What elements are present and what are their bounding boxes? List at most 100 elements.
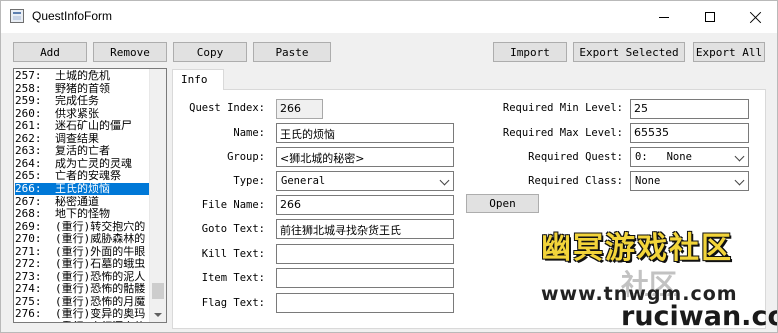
- required-min-level-label: Required Min Level:: [502, 102, 623, 114]
- scroll-down-icon[interactable]: [154, 313, 162, 317]
- list-item-number: 259:: [15, 95, 42, 108]
- list-item-number: 272:: [15, 258, 42, 271]
- open-button[interactable]: Open: [466, 194, 539, 213]
- required-class-label: Required Class:: [528, 175, 623, 187]
- list-item[interactable]: 275: (重行)恐怖的月魔: [15, 296, 149, 309]
- remove-button[interactable]: Remove: [93, 42, 167, 62]
- list-item-name: (重行)赤红洞穴的: [55, 321, 145, 322]
- close-button[interactable]: [733, 1, 777, 33]
- list-item-number: 263:: [15, 145, 42, 158]
- list-item-number: 266:: [15, 182, 42, 195]
- chevron-down-icon: [734, 175, 745, 186]
- goto-text-field[interactable]: 前往狮北城寻找杂货王氏: [276, 219, 454, 239]
- list-scrollbar[interactable]: [149, 69, 166, 322]
- file-name-field[interactable]: 266: [276, 195, 454, 215]
- list-item[interactable]: 276: (重行)变异的奥玛: [15, 308, 149, 321]
- type-value: General: [281, 175, 326, 187]
- title-bar: QuestInfoForm: [1, 1, 777, 33]
- list-item[interactable]: 277:(重行)赤红洞穴的: [15, 321, 149, 322]
- list-item[interactable]: 259: 完成任务: [15, 95, 149, 108]
- list-item-number: 271:: [15, 245, 42, 258]
- kill-text-field[interactable]: [276, 244, 454, 264]
- list-item-number: 275:: [15, 295, 42, 308]
- list-item[interactable]: 257: 土城的危机: [15, 70, 149, 83]
- name-field[interactable]: 王氏的烦恼: [276, 123, 454, 143]
- required-quest-value: 0: None: [635, 151, 692, 163]
- list-item-number: 261:: [15, 120, 42, 133]
- type-combobox[interactable]: General: [276, 171, 454, 191]
- list-item[interactable]: 266: 王氏的烦恼: [15, 182, 149, 196]
- import-button[interactable]: Import: [493, 42, 567, 62]
- list-item-name: (重行)石墓的蛾虫: [55, 258, 146, 271]
- type-label: Type:: [233, 175, 265, 187]
- list-item[interactable]: 264: 成为亡灵的灵魂: [15, 158, 149, 171]
- chevron-down-icon: [734, 151, 745, 162]
- list-item-number: 264:: [15, 157, 42, 170]
- list-item[interactable]: 260: 供求紧张: [15, 108, 149, 121]
- list-item-name: 地下的怪物: [55, 208, 110, 221]
- list-item[interactable]: 274: (重行)恐怖的骷髅: [15, 283, 149, 296]
- list-item-name: 成为亡灵的灵魂: [55, 157, 132, 170]
- list-item-name: (重行)外面的牛眼: [55, 245, 146, 258]
- list-item-name: 土城的危机: [55, 70, 110, 82]
- watermark-site-name: 幽冥游戏社区: [541, 231, 733, 266]
- list-item-number: 262:: [15, 132, 42, 145]
- required-class-value: None: [635, 175, 661, 187]
- tab-info[interactable]: Info: [172, 69, 224, 90]
- list-item-number: 273:: [15, 270, 42, 283]
- list-item[interactable]: 273: (重行)恐怖的泥人: [15, 271, 149, 284]
- list-item-number: 270:: [15, 233, 42, 246]
- list-item-name: (重行)转交抱穴的: [55, 220, 146, 233]
- maximize-button[interactable]: [687, 1, 733, 33]
- list-item[interactable]: 272: (重行)石墓的蛾虫: [15, 258, 149, 271]
- list-item-name: (重行)变异的奥玛: [55, 308, 146, 321]
- minimize-button[interactable]: [641, 1, 687, 33]
- app-form-icon: [10, 9, 24, 23]
- paste-button[interactable]: Paste: [253, 42, 331, 62]
- list-item[interactable]: 263: 复活的亡者: [15, 145, 149, 158]
- list-item[interactable]: 258: 野猪的首领: [15, 83, 149, 96]
- list-item[interactable]: 269: (重行)转交抱穴的: [15, 221, 149, 234]
- copy-button[interactable]: Copy: [173, 42, 247, 62]
- export-all-button[interactable]: Export All: [693, 42, 765, 62]
- kill-text-label: Kill Text:: [201, 248, 265, 260]
- add-button[interactable]: Add: [13, 42, 87, 62]
- list-item-name: 迷石矿山的僵尸: [55, 120, 132, 133]
- quest-listbox[interactable]: 257: 土城的危机 258: 野猪的首领 259: 完成任务 260: 供求紧张 261: 迷石…: [13, 68, 167, 323]
- minimize-icon: [659, 16, 669, 18]
- list-item-number: 269:: [15, 220, 42, 233]
- list-item[interactable]: 267: 秘密通道: [15, 196, 149, 209]
- list-item-number: 260:: [15, 107, 42, 120]
- required-quest-combobox[interactable]: 0: None: [630, 147, 749, 167]
- list-item[interactable]: 265: 亡者的安魂祭: [15, 170, 149, 183]
- list-item-name: 秘密通道: [55, 195, 99, 208]
- list-item-name: 王氏的烦恼: [55, 182, 110, 195]
- required-max-level-field[interactable]: 65535: [630, 123, 749, 143]
- list-item[interactable]: 268: 地下的怪物: [15, 208, 149, 221]
- scroll-thumb[interactable]: [152, 283, 164, 299]
- list-item-number: 277:: [15, 321, 55, 322]
- quest-index-field[interactable]: 266: [276, 99, 323, 119]
- watermark-url-2: ruciwan.com: [621, 301, 777, 332]
- list-item-number: 276:: [15, 308, 42, 321]
- goto-text-label: Goto Text:: [201, 223, 265, 235]
- list-item[interactable]: 271: (重行)外面的牛眼: [15, 246, 149, 259]
- maximize-icon: [705, 12, 715, 22]
- flag-text-label: Flag Text:: [201, 297, 265, 309]
- item-text-label: Item Text:: [201, 272, 265, 284]
- list-item-name: (重行)威胁森林的: [55, 233, 146, 246]
- export-selected-button[interactable]: Export Selected: [573, 42, 685, 62]
- required-min-level-field[interactable]: 25: [630, 99, 749, 119]
- group-field[interactable]: <狮北城的秘密>: [276, 147, 454, 167]
- list-item-number: 267:: [15, 195, 42, 208]
- list-item[interactable]: 261: 迷石矿山的僵尸: [15, 120, 149, 133]
- required-class-combobox[interactable]: None: [630, 171, 749, 191]
- list-item[interactable]: 270: (重行)威胁森林的: [15, 233, 149, 246]
- list-item[interactable]: 262: 调查结果: [15, 133, 149, 146]
- name-label: Name:: [233, 127, 265, 139]
- item-text-field[interactable]: [276, 268, 454, 288]
- quest-index-label: Quest Index:: [189, 102, 265, 114]
- flag-text-field[interactable]: [276, 293, 454, 313]
- required-max-level-label: Required Max Level:: [502, 127, 623, 139]
- list-item-name: 亡者的安魂祭: [55, 170, 121, 183]
